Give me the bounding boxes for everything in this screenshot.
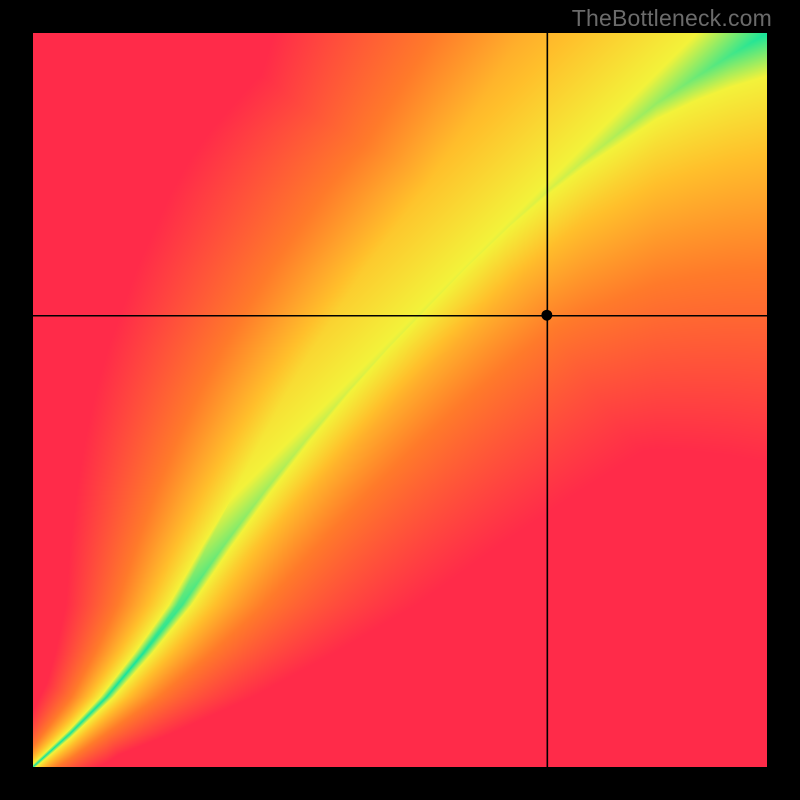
bottleneck-heatmap xyxy=(33,33,767,767)
chart-frame: TheBottleneck.com xyxy=(0,0,800,800)
watermark-label: TheBottleneck.com xyxy=(572,5,772,32)
